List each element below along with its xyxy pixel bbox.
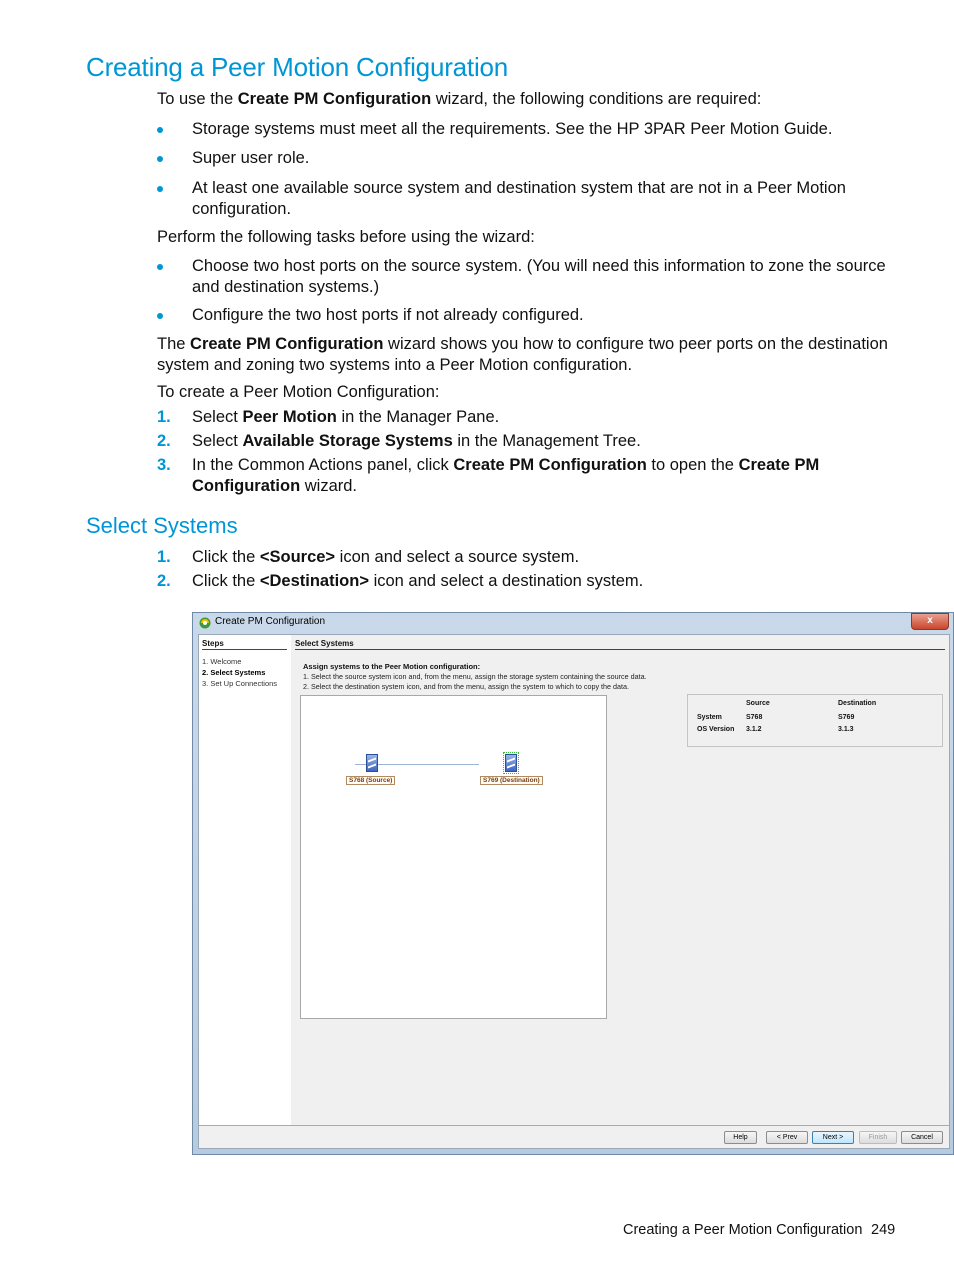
step-item: 1. Select Peer Motion in the Manager Pan… xyxy=(157,408,500,426)
destination-os-value: 3.1.3 xyxy=(838,726,854,733)
instructions-header: Assign systems to the Peer Motion config… xyxy=(303,662,481,671)
bullet-icon xyxy=(157,264,163,270)
close-button[interactable]: x xyxy=(911,613,949,630)
bullet-icon xyxy=(157,127,163,133)
button-bar: Help < Prev Next > Finish Cancel xyxy=(199,1125,949,1148)
source-system-label[interactable]: S768 (Source) xyxy=(346,776,396,785)
select-step-item: 1. Click the <Source> icon and select a … xyxy=(157,548,580,566)
step-item: 3. In the Common Actions panel, click Cr… xyxy=(157,456,820,495)
row-os-version: OS Version xyxy=(697,726,735,733)
select-step-item: 2. Click the <Destination> icon and sele… xyxy=(157,572,644,590)
wizard-window: Create PM Configuration x Steps 1. Welco… xyxy=(192,612,954,1155)
topology-canvas[interactable]: S768 (Source) S769 (Destination) xyxy=(300,695,607,1019)
bullet-icon xyxy=(157,186,163,192)
pre-task-item: Choose two host ports on the source syst… xyxy=(157,256,902,298)
requirement-item: Storage systems must meet all the requir… xyxy=(157,119,902,140)
instruction-line: 1. Select the source system icon and, fr… xyxy=(303,672,647,681)
page-title: Creating a Peer Motion Configuration xyxy=(86,52,509,82)
bullet-icon xyxy=(157,313,163,319)
panel-header: Select Systems xyxy=(295,639,945,650)
page-number: 249 xyxy=(871,1222,896,1238)
window-title: Create PM Configuration xyxy=(215,616,326,627)
next-button[interactable]: Next > xyxy=(812,1131,854,1144)
window-titlebar[interactable]: Create PM Configuration x xyxy=(193,613,953,633)
source-system-icon[interactable] xyxy=(366,754,378,772)
prev-button[interactable]: < Prev xyxy=(766,1131,808,1144)
steps-panel: Steps 1. Welcome 2. Select Systems 3. Se… xyxy=(199,635,291,1126)
steps-header: Steps xyxy=(202,639,287,650)
help-button[interactable]: Help xyxy=(724,1131,757,1144)
step-welcome: 1. Welcome xyxy=(202,657,242,666)
bullet-icon xyxy=(157,156,163,162)
requirement-item: At least one available source system and… xyxy=(157,178,902,220)
finish-button[interactable]: Finish xyxy=(859,1131,897,1144)
step-set-up-connections: 3. Set Up Connections xyxy=(202,679,278,688)
pre-tasks-intro: Perform the following tasks before using… xyxy=(157,228,535,246)
cancel-button[interactable]: Cancel xyxy=(901,1131,943,1144)
pre-task-item: Configure the two host ports if not alre… xyxy=(157,305,902,326)
step-item: 2. Select Available Storage Systems in t… xyxy=(157,432,641,450)
destination-system-icon[interactable] xyxy=(503,752,519,774)
col-source: Source xyxy=(746,700,770,707)
step-select-systems: 2. Select Systems xyxy=(202,668,266,677)
requirement-item: Super user role. xyxy=(157,148,902,169)
destination-system-value: S769 xyxy=(838,714,855,721)
system-info-panel: Source Destination System S768 S769 OS V… xyxy=(687,694,943,747)
row-system: System xyxy=(697,714,722,721)
source-os-value: 3.1.2 xyxy=(746,726,762,733)
footer-title: Creating a Peer Motion Configuration xyxy=(623,1222,863,1238)
close-icon: x xyxy=(927,615,933,626)
instruction-line: 2. Select the destination system icon, a… xyxy=(303,682,630,691)
window-client: Steps 1. Welcome 2. Select Systems 3. Se… xyxy=(198,634,950,1149)
source-system-value: S768 xyxy=(746,714,763,721)
create-intro: To create a Peer Motion Configuration: xyxy=(157,383,440,401)
intro-paragraph: To use the Create PM Configuration wizar… xyxy=(157,90,762,108)
wizard-description: The Create PM Configuration wizard shows… xyxy=(157,335,888,374)
col-destination: Destination xyxy=(838,700,877,707)
app-icon xyxy=(199,617,211,629)
destination-system-label[interactable]: S769 (Destination) xyxy=(480,776,543,785)
section-heading: Select Systems xyxy=(86,513,238,538)
